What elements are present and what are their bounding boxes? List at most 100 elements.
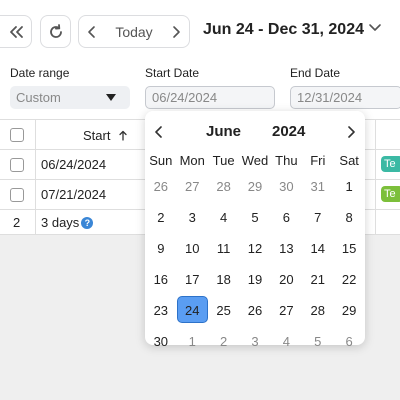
calendar-day-number: 28: [310, 303, 325, 318]
calendar-day-number: 13: [279, 241, 294, 256]
calendar-day-number: 3: [251, 334, 259, 349]
calendar-day[interactable]: 7: [302, 202, 333, 233]
calendar-day[interactable]: 30: [145, 326, 176, 357]
caret-down-icon: [106, 94, 116, 101]
calendar-day-number: 29: [341, 303, 357, 318]
calendar-day[interactable]: 30: [271, 171, 302, 202]
calendar-day[interactable]: 19: [239, 264, 270, 295]
calendar-day[interactable]: 28: [208, 171, 239, 202]
calendar-day-number: 9: [157, 241, 165, 256]
calendar-day[interactable]: 17: [177, 264, 208, 295]
row-start-date: 06/24/2024: [41, 157, 107, 172]
calendar-day-number: 30: [153, 334, 169, 349]
calendar-year[interactable]: 2024: [272, 123, 305, 140]
weekday-header: Wed: [241, 153, 269, 168]
calendar-day[interactable]: 1: [333, 171, 364, 202]
calendar-day[interactable]: 20: [271, 264, 302, 295]
calendar-day[interactable]: 27: [177, 171, 208, 202]
calendar-day[interactable]: 29: [239, 171, 270, 202]
date-range-select[interactable]: Custom: [10, 86, 130, 109]
calendar-day[interactable]: 4: [208, 202, 239, 233]
calendar-day[interactable]: 1: [177, 326, 208, 357]
chevron-down-icon[interactable]: [368, 23, 382, 33]
calendar-day-number: 22: [341, 272, 357, 287]
calendar-day[interactable]: 2: [145, 202, 176, 233]
weekday-header: Sun: [149, 153, 173, 168]
calendar-day-number: 24: [176, 296, 208, 323]
calendar-day-number: 23: [153, 303, 169, 318]
calendar-day-number: 1: [188, 334, 196, 349]
calendar-day[interactable]: 5: [239, 202, 270, 233]
end-date-input[interactable]: 12/31/2024: [290, 86, 400, 109]
help-icon[interactable]: ?: [81, 217, 94, 229]
calendar-day-number: 20: [279, 272, 294, 287]
calendar-day[interactable]: 16: [145, 264, 176, 295]
calendar-day[interactable]: 31: [302, 171, 333, 202]
calendar-day[interactable]: 11: [208, 233, 239, 264]
calendar-day-number: 2: [219, 334, 228, 349]
calendar-day-selected[interactable]: 24: [176, 295, 208, 326]
calendar-day[interactable]: 9: [145, 233, 176, 264]
chevron-left-icon: [88, 25, 95, 38]
calendar-day-number: 1: [345, 179, 353, 194]
start-date-input[interactable]: 06/24/2024: [145, 86, 275, 109]
date-range-title[interactable]: Jun 24 - Dec 31, 2024: [203, 21, 364, 39]
row-tag[interactable]: Te: [381, 156, 400, 172]
calendar-day-number: 30: [279, 179, 294, 194]
next-period-button[interactable]: [163, 16, 189, 47]
calendar-day[interactable]: 18: [208, 264, 239, 295]
calendar-day-number: 28: [216, 179, 231, 194]
end-date-label: End Date: [290, 66, 341, 80]
date-navigation: Today: [78, 15, 190, 48]
calendar-day-number: 12: [247, 241, 263, 256]
calendar-day[interactable]: 3: [239, 326, 270, 357]
calendar-day[interactable]: 26: [145, 171, 176, 202]
calendar-day[interactable]: 10: [177, 233, 208, 264]
calendar-day-number: 5: [314, 334, 322, 349]
calendar-day[interactable]: 25: [208, 295, 239, 326]
previous-month-button[interactable]: [154, 125, 164, 139]
calendar-day-number: 5: [251, 210, 259, 225]
calendar-day[interactable]: 21: [302, 264, 333, 295]
calendar-month[interactable]: June: [206, 123, 241, 140]
date-range-label: Date range: [10, 66, 70, 80]
calendar-day[interactable]: 27: [271, 295, 302, 326]
date-range-value: Custom: [16, 90, 61, 105]
calendar-day[interactable]: 5: [302, 326, 333, 357]
calendar-day-number: 4: [219, 210, 228, 225]
calendar-day[interactable]: 23: [145, 295, 176, 326]
calendar-day[interactable]: 12: [239, 233, 270, 264]
select-all-checkbox[interactable]: [10, 128, 24, 142]
refresh-button[interactable]: [40, 15, 71, 48]
row-tag[interactable]: Te: [381, 186, 400, 202]
calendar-day-number: 29: [247, 179, 263, 194]
start-header-label: Start: [83, 128, 111, 143]
calendar-day-number: 11: [216, 241, 231, 256]
weekday-header: Sat: [339, 153, 359, 168]
today-button[interactable]: Today: [105, 24, 163, 40]
calendar-day[interactable]: 6: [271, 202, 302, 233]
calendar-day[interactable]: 15: [333, 233, 364, 264]
calendar-day-number: 26: [247, 303, 263, 318]
calendar-day[interactable]: 22: [333, 264, 364, 295]
calendar-day[interactable]: 8: [333, 202, 364, 233]
calendar-day[interactable]: 2: [208, 326, 239, 357]
calendar-day[interactable]: 6: [333, 326, 364, 357]
calendar-day[interactable]: 13: [271, 233, 302, 264]
calendar-day[interactable]: 26: [239, 295, 270, 326]
calendar-day-number: 6: [282, 210, 290, 225]
collapse-button[interactable]: [0, 15, 32, 48]
previous-period-button[interactable]: [79, 16, 105, 47]
calendar-day-number: 19: [247, 272, 263, 287]
row-checkbox[interactable]: [10, 158, 24, 172]
row-checkbox[interactable]: [10, 188, 24, 202]
calendar-day-number: 18: [216, 272, 231, 287]
start-column-header[interactable]: Start: [83, 128, 128, 143]
next-month-button[interactable]: [346, 125, 356, 139]
calendar-day[interactable]: 4: [271, 326, 302, 357]
calendar-day-number: 8: [345, 210, 353, 225]
calendar-day[interactable]: 28: [302, 295, 333, 326]
calendar-day[interactable]: 14: [302, 233, 333, 264]
calendar-day[interactable]: 3: [177, 202, 208, 233]
calendar-day[interactable]: 29: [333, 295, 364, 326]
